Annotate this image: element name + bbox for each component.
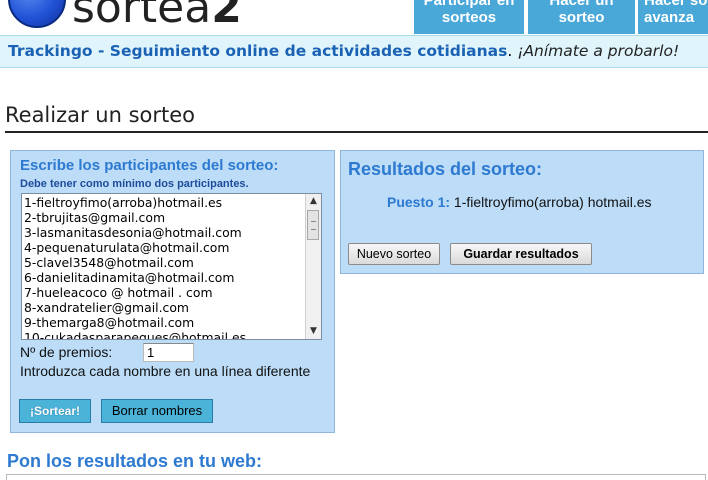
result-winner: 1-fieltroyfimo(arroba) hotmail.es [453, 194, 652, 210]
nav-tab-participar[interactable]: Participar en sorteos [414, 0, 524, 34]
scrollbar-thumb[interactable] [307, 210, 319, 240]
page-title: Realizar un sorteo [5, 103, 196, 127]
participants-list: 1-fieltroyfimo(arroba)hotmail.es 2-tbruj… [24, 195, 304, 340]
participants-heading: Escribe los participantes del sorteo: [20, 157, 279, 174]
nav-tab-line: Hacer so [644, 0, 708, 9]
site-logo[interactable]: sortea2 [72, 0, 242, 32]
participants-panel: Escribe los participantes del sorteo: De… [10, 150, 335, 433]
clear-names-button[interactable]: Borrar nombres [101, 399, 213, 423]
participants-hint: Introduzca cada nombre en una línea dife… [20, 363, 311, 379]
scroll-down-icon[interactable]: ▼ [307, 325, 320, 338]
results-panel: Resultados del sorteo: Puesto 1: 1-fielt… [340, 150, 704, 274]
nav-tab-hacer-sorteo[interactable]: Hacer un sorteo [528, 0, 635, 34]
logo-text: sortea [72, 0, 212, 33]
new-draw-button[interactable]: Nuevo sorteo [348, 243, 440, 265]
nav-tab-line: Participar en [423, 0, 515, 9]
embed-code-box[interactable] [6, 474, 706, 480]
participant-line: 9-themarga8@hotmail.com [24, 315, 195, 330]
promo-banner: Trackingo - Seguimiento online de activi… [0, 35, 708, 68]
nav-tab-line: Hacer un [549, 0, 614, 9]
participants-subheading: Debe tener como mínimo dos participantes… [20, 178, 249, 190]
logo-ball-icon[interactable] [8, 0, 66, 28]
prizes-label: Nº de premios: [20, 344, 113, 360]
promo-link[interactable]: Trackingo - Seguimiento online de activi… [8, 42, 507, 60]
save-results-button[interactable]: Guardar resultados [450, 243, 592, 265]
nav-tab-line: sorteos [441, 9, 497, 26]
participant-line: 6-danielitadinamita@hotmail.com [24, 270, 235, 285]
nav-tab-line: avanza [644, 9, 695, 26]
scroll-up-icon[interactable]: ▲ [307, 195, 320, 208]
participant-line: 5-clavel3548@hotmail.com [24, 255, 194, 270]
participant-line: 10-cukadasparapegues@hotmail.es [24, 330, 247, 340]
promo-dot: . [507, 42, 513, 60]
participant-line: 4-pequenaturulata@hotmail.com [24, 240, 230, 255]
result-position: Puesto 1: [387, 194, 451, 210]
prizes-input[interactable]: 1 [143, 343, 194, 362]
participant-line: 1-fieltroyfimo(arroba)hotmail.es [24, 195, 223, 210]
participants-textarea[interactable]: 1-fieltroyfimo(arroba)hotmail.es 2-tbruj… [21, 193, 322, 340]
participants-scrollbar[interactable]: ▲ ▼ [305, 194, 321, 339]
nav-tab-sorteo-avanzado[interactable]: Hacer so avanza [638, 0, 708, 34]
nav-tab-line: sorteo [558, 9, 605, 26]
participant-line: 8-xandratelier@gmail.com [24, 300, 189, 315]
logo-number: 2 [211, 0, 242, 33]
result-row: Puesto 1: 1-fieltroyfimo(arroba) hotmail… [387, 194, 687, 211]
participant-line: 7-hueleacoco @ hotmail . com [24, 285, 213, 300]
promo-cta: ¡Anímate a probarlo! [517, 42, 680, 60]
embed-heading: Pon los resultados en tu web: [7, 451, 263, 471]
results-heading: Resultados del sorteo: [348, 159, 543, 179]
title-divider [5, 131, 708, 133]
participant-line: 3-lasmanitasdesonia@hotmail.com [24, 225, 242, 240]
participant-line: 2-tbrujitas@gmail.com [24, 210, 166, 225]
draw-button[interactable]: ¡Sortear! [19, 399, 91, 423]
